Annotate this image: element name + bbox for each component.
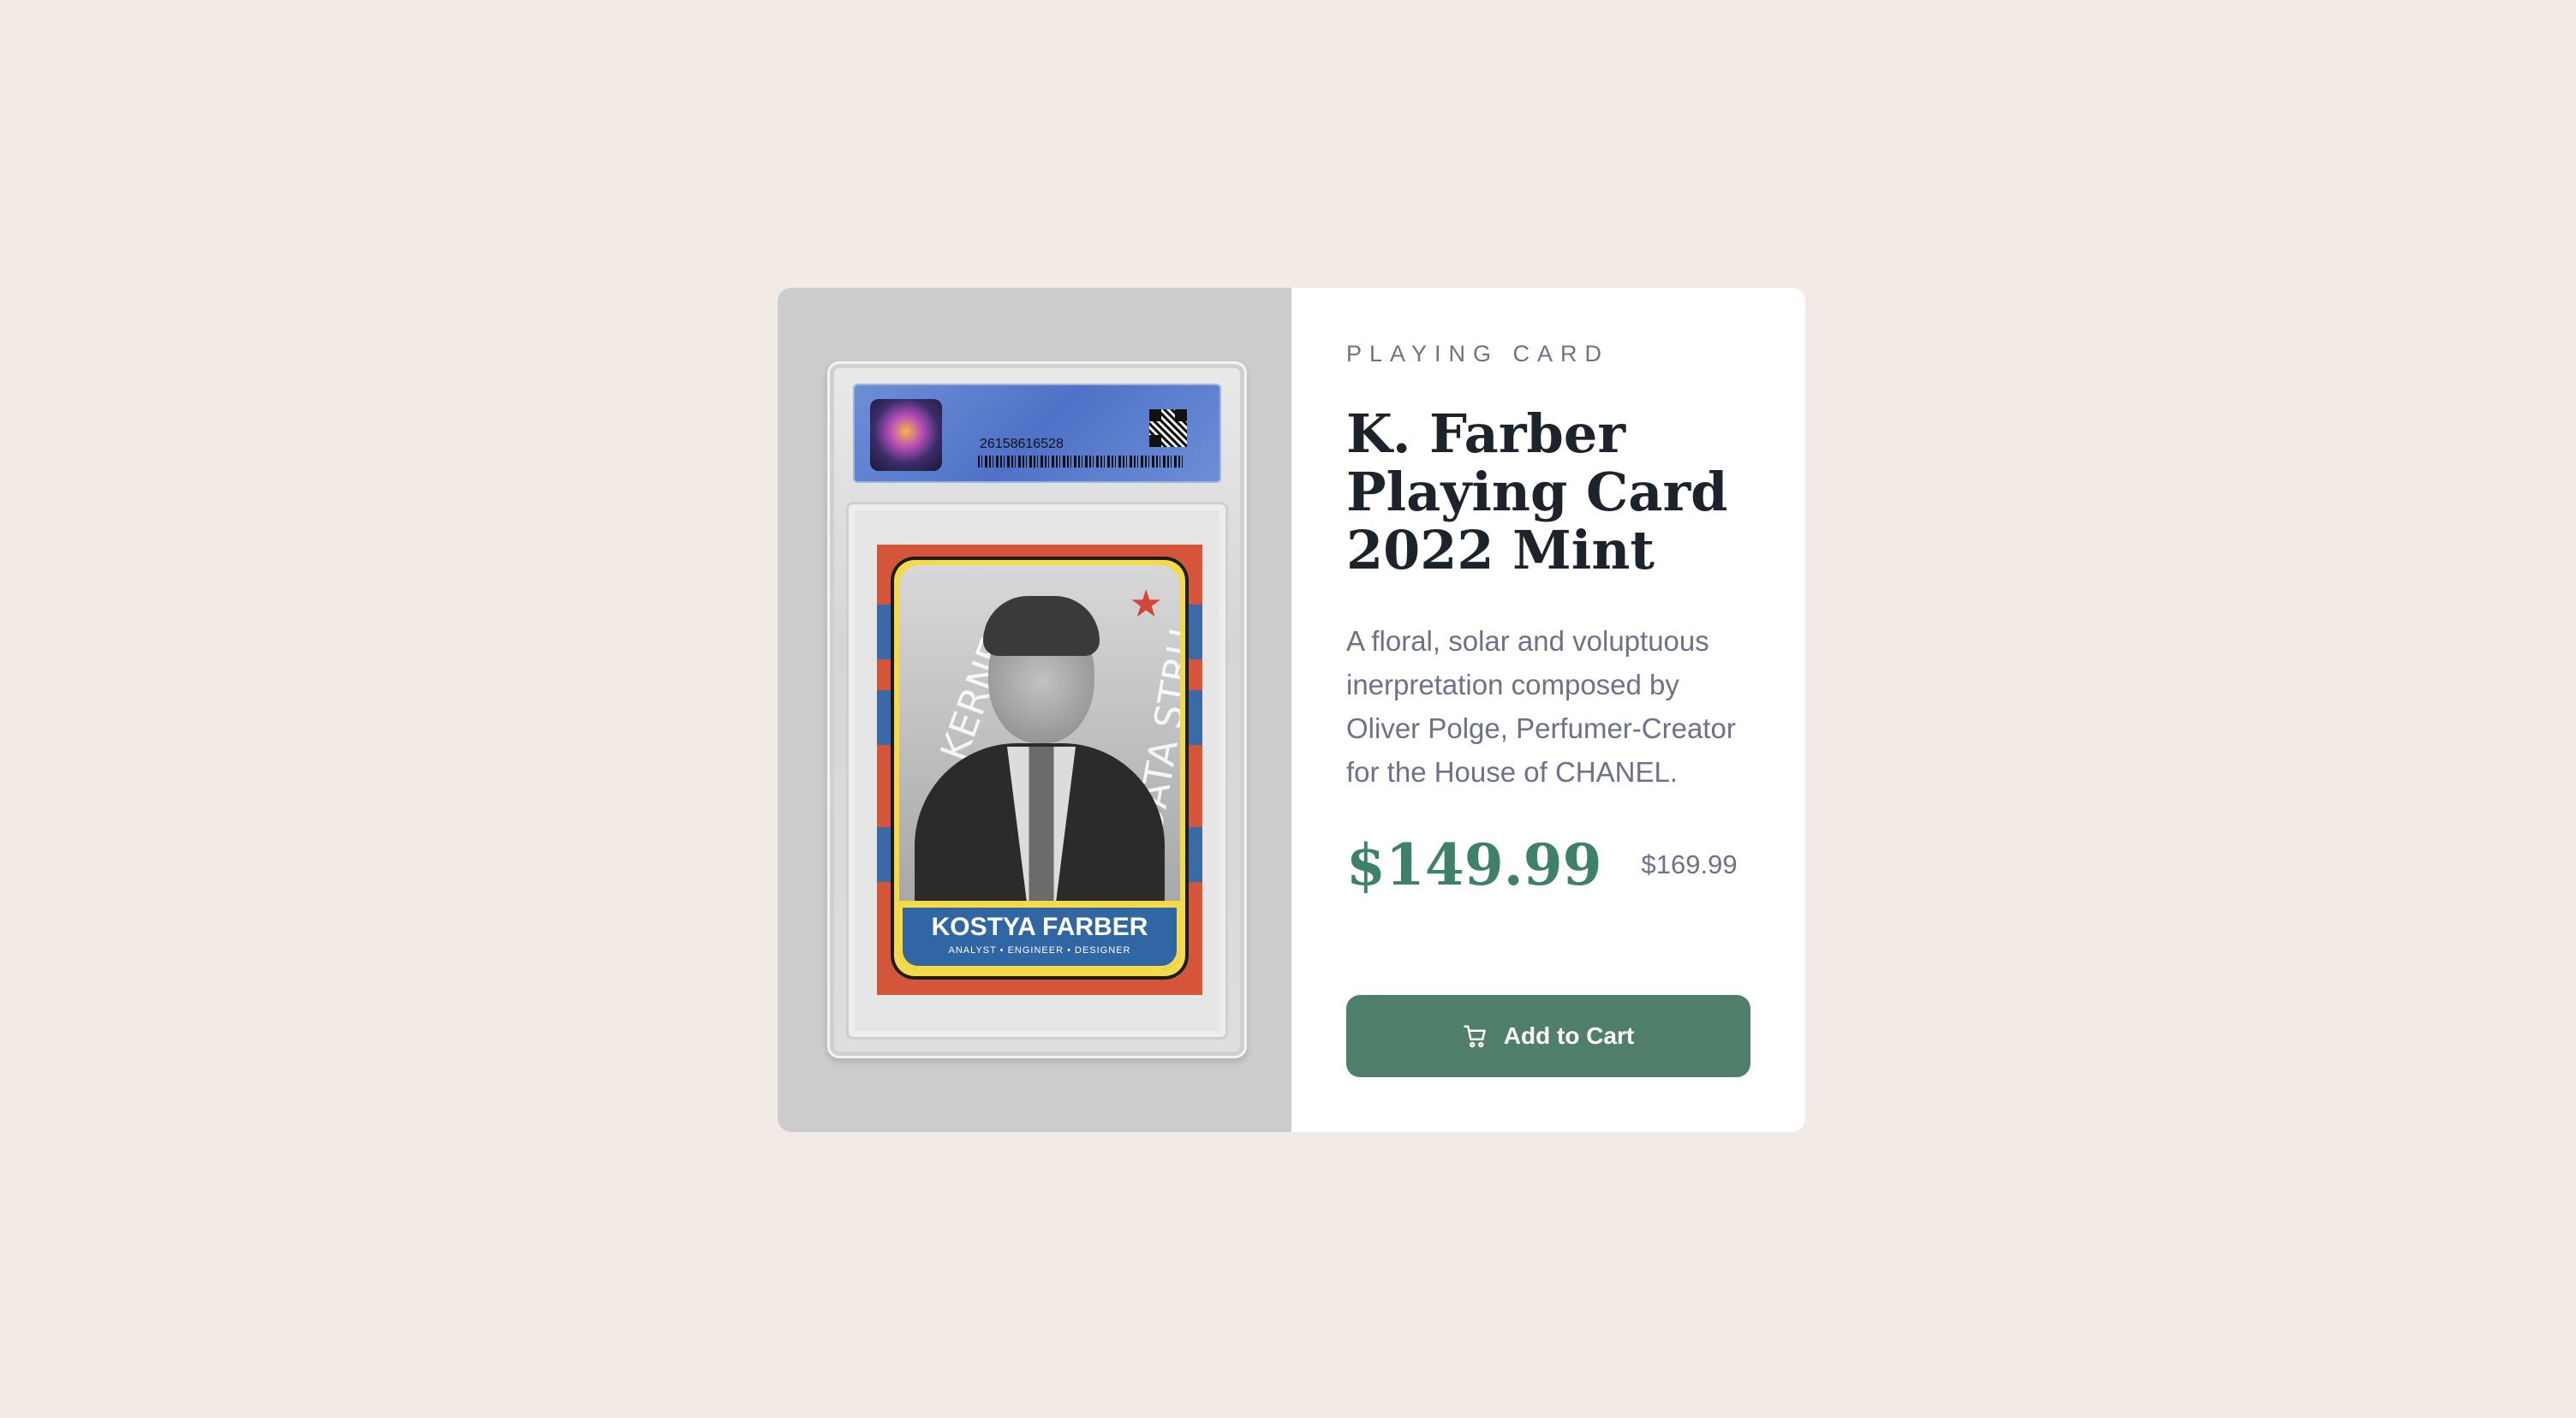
original-price: $169.99 (1641, 849, 1738, 879)
current-price: $149.99 (1346, 831, 1602, 898)
product-info: PLAYING CARD K. Farber Playing Card 2022… (1291, 288, 1805, 1132)
slab-label: 26158616528 (853, 384, 1221, 483)
slab-well: KERNEL DATA STRU ★ KOSTYA FARBER ANALYST… (846, 502, 1228, 1040)
nameplate: KOSTYA FARBER ANALYST • ENGINEER • DESIG… (899, 904, 1180, 969)
cart-icon (1463, 1023, 1488, 1049)
trading-card: KERNEL DATA STRU ★ KOSTYA FARBER ANALYST… (877, 545, 1202, 995)
person-hair (983, 596, 1100, 656)
qr-code-icon (1149, 409, 1187, 447)
star-icon: ★ (1129, 583, 1163, 625)
hologram-icon (870, 399, 942, 471)
price-row: $149.99 $169.99 (1346, 831, 1750, 898)
player-name: KOSTYA FARBER (931, 913, 1148, 941)
player-photo: KERNEL DATA STRU ★ (899, 565, 1180, 901)
product-category: PLAYING CARD (1346, 341, 1610, 366)
card-frame: KERNEL DATA STRU ★ KOSTYA FARBER ANALYST… (891, 557, 1189, 980)
player-roles: ANALYST • ENGINEER • DESIGNER (948, 945, 1131, 956)
cert-number: 26158616528 (980, 437, 1064, 451)
product-image: 26158616528 KERNEL DATA STRU ★ KOSTYA FA… (778, 288, 1291, 1132)
add-to-cart-button[interactable]: Add to Cart (1346, 995, 1750, 1077)
product-card: 26158616528 KERNEL DATA STRU ★ KOSTYA FA… (778, 288, 1805, 1132)
product-title: K. Farber Playing Card 2022 Mint (1346, 402, 1728, 581)
product-description: A floral, solar and voluptuous inerpreta… (1346, 625, 1736, 788)
graded-card-slab: 26158616528 KERNEL DATA STRU ★ KOSTYA FA… (827, 361, 1247, 1058)
add-to-cart-label: Add to Cart (1503, 1022, 1635, 1049)
barcode-icon (978, 456, 1185, 468)
